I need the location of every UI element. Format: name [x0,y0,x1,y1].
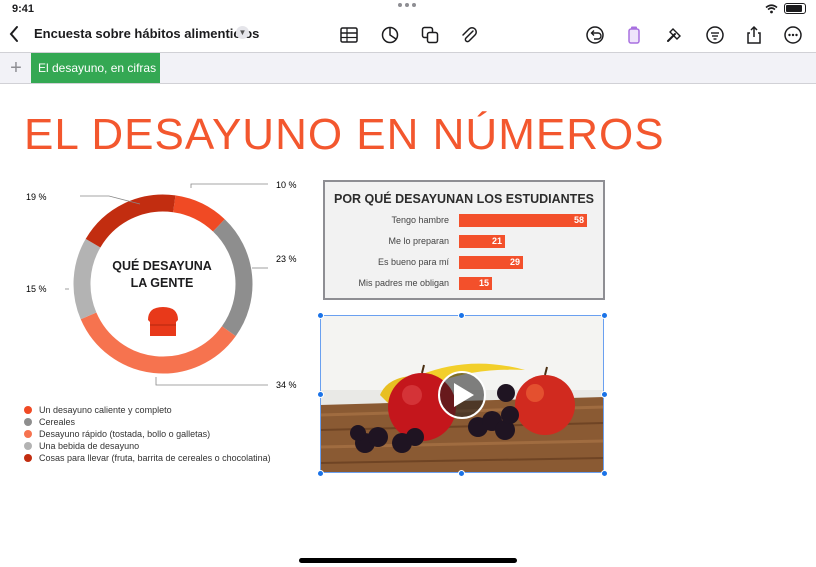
donut-slice [172,195,225,232]
resize-handle[interactable] [601,391,608,398]
legend-swatch [24,430,32,438]
selection-border [320,315,604,473]
shapes-icon [421,26,439,44]
document-title[interactable]: Encuesta sobre hábitos alimenticios [34,26,259,41]
bar-category-label: Es bueno para mí [377,257,449,267]
callout-label: 34 % [276,380,297,390]
insert-table-button[interactable] [338,24,360,46]
bar-value-label: 15 [478,278,489,288]
add-sheet-button[interactable]: + [6,57,26,80]
bar-value-label: 21 [491,236,502,246]
callout-label: 19 % [26,192,47,202]
resize-handle[interactable] [601,312,608,319]
toast-icon [148,307,178,336]
bar: 21 [459,235,505,248]
bar: 15 [459,277,492,290]
sheet-tab[interactable]: El desayuno, en cifras [31,53,160,83]
format-button[interactable] [623,24,645,46]
callout-label: 15 % [26,284,47,294]
resize-handle[interactable] [317,391,324,398]
donut-slice [73,238,101,320]
legend-swatch [24,442,32,450]
paperclip-icon [462,27,477,43]
bar: 29 [459,256,523,269]
resize-handle[interactable] [458,312,465,319]
resize-handle[interactable] [317,470,324,477]
battery-icon [784,3,806,14]
status-indicators [765,3,806,14]
legend-label: Desayuno rápido (tostada, bollo o gallet… [39,429,211,439]
insert-media-button[interactable] [458,24,480,46]
undo-icon [586,26,604,44]
legend-label: Un desayuno caliente y completo [39,405,172,415]
undo-button[interactable] [584,24,606,46]
bar-category-label: Me lo preparan [388,236,449,246]
status-bar: 9:41 [0,0,816,18]
table-icon [340,27,358,43]
legend-swatch [24,418,32,426]
format-brush-icon [628,26,640,44]
chevron-left-icon [9,26,18,42]
bar-category-label: Tengo hambre [391,215,449,225]
toolbar: Encuesta sobre hábitos alimenticios ▼ [0,18,816,52]
hammer-brush-icon [667,28,681,42]
bar: 58 [459,214,587,227]
back-button[interactable] [8,24,20,50]
donut-center-line: LA GENTE [130,276,194,290]
legend-item: Cereales [24,416,271,428]
bar-chart-title: POR QUÉ DESAYUNAN LOS ESTUDIANTES [334,192,594,206]
legend-label: Una bebida de desayuno [39,441,140,451]
donut-legend: Un desayuno caliente y completo Cereales… [24,404,271,464]
legend-item: Una bebida de desayuno [24,440,271,452]
bar-chart[interactable]: POR QUÉ DESAYUNAN LOS ESTUDIANTES Tengo … [323,180,605,300]
wifi-icon [765,3,778,13]
insert-chart-button[interactable] [379,24,401,46]
bar-category-label: Mis padres me obligan [358,278,449,288]
resize-handle[interactable] [601,470,608,477]
donut-center-line: QUÉ DESAYUNA [112,259,212,273]
legend-label: Cosas para llevar (fruta, barrita de cer… [39,453,271,463]
donut-slice [85,194,176,248]
callout-label: 10 % [276,180,297,190]
more-button[interactable] [782,24,804,46]
legend-item: Desayuno rápido (tostada, bollo o gallet… [24,428,271,440]
share-icon [747,25,761,44]
legend-item: Un desayuno caliente y completo [24,404,271,416]
ellipsis-icon [784,26,802,44]
home-indicator[interactable] [299,558,517,563]
donut-center-label: QUÉ DESAYUNA LA GENTE [100,258,224,292]
legend-swatch [24,406,32,414]
resize-handle[interactable] [317,312,324,319]
legend-swatch [24,454,32,462]
callout-label: 23 % [276,254,297,264]
filter-list-icon [706,26,724,44]
organize-button[interactable] [704,24,726,46]
insert-shape-button[interactable] [419,24,441,46]
chart-icon [381,26,399,44]
resize-handle[interactable] [458,470,465,477]
legend-label: Cereales [39,417,76,427]
annotate-button[interactable] [663,24,685,46]
multitasking-dots-icon[interactable] [398,3,416,7]
sheet-tabs-bar: + El desayuno, en cifras [0,52,816,84]
page-title: EL DESAYUNO EN NÚMEROS [24,110,665,159]
share-button[interactable] [743,24,765,46]
title-menu-chevron-icon[interactable]: ▼ [236,26,249,39]
status-time: 9:41 [12,3,35,15]
bar-value-label: 29 [509,257,520,267]
legend-item: Cosas para llevar (fruta, barrita de cer… [24,452,271,464]
bar-value-label: 58 [573,215,584,225]
